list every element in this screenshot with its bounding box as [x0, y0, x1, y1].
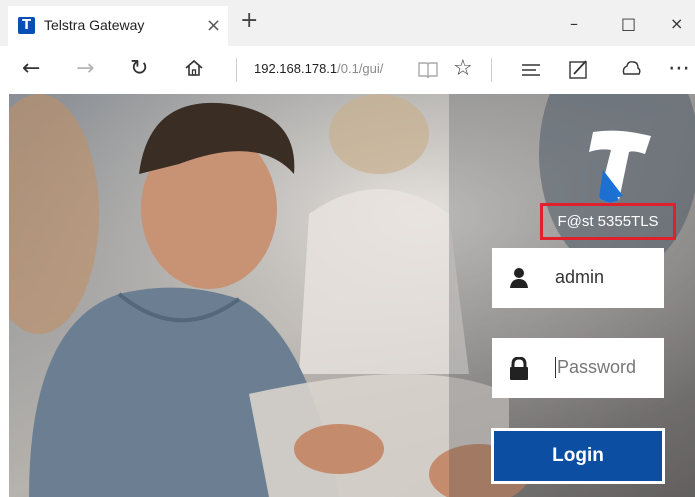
login-button[interactable]: Login	[491, 428, 665, 484]
username-value: admin	[555, 267, 605, 287]
refresh-icon[interactable]: ↻	[130, 56, 148, 81]
close-window-button[interactable]: ×	[670, 14, 683, 33]
password-field[interactable]: Password	[492, 338, 664, 398]
username-field[interactable]: admin	[492, 248, 664, 308]
telstra-favicon-icon: T	[18, 17, 35, 34]
separator	[491, 58, 492, 82]
tab-close-icon[interactable]: ×	[206, 15, 221, 36]
share-icon[interactable]	[620, 58, 642, 86]
address-bar[interactable]: 192.168.178.1/0.1/gui/	[254, 61, 383, 76]
home-icon[interactable]	[184, 58, 204, 84]
more-icon[interactable]: ⋯	[668, 56, 690, 81]
login-page: F@st 5355TLS admin Password Login	[9, 94, 695, 497]
browser-tab[interactable]: T Telstra Gateway ×	[8, 6, 228, 46]
separator	[236, 58, 237, 82]
tab-title: Telstra Gateway	[44, 17, 145, 33]
telstra-logo-icon	[589, 130, 651, 203]
tab-bar: T Telstra Gateway × + – □ ×	[0, 0, 695, 47]
hub-icon[interactable]	[520, 60, 542, 85]
favorite-star-icon[interactable]: ☆	[453, 56, 473, 81]
model-label: F@st 5355TLS	[540, 203, 676, 240]
minimize-button[interactable]: –	[570, 14, 578, 33]
maximize-button[interactable]: □	[621, 14, 636, 33]
password-placeholder: Password	[555, 357, 637, 378]
user-icon	[510, 268, 528, 288]
url-path: /0.1/gui/	[337, 61, 384, 76]
new-tab-button[interactable]: +	[240, 8, 258, 33]
back-icon[interactable]: ←	[22, 56, 40, 81]
url-host: 192.168.178.1	[254, 61, 338, 76]
web-note-icon[interactable]	[568, 58, 590, 86]
lock-icon	[510, 357, 528, 380]
navigation-bar: ← → ↻ 192.168.178.1/0.1/gui/ ☆ ⋯	[0, 46, 695, 94]
reading-view-icon[interactable]	[418, 60, 438, 85]
forward-icon[interactable]: →	[76, 56, 94, 81]
